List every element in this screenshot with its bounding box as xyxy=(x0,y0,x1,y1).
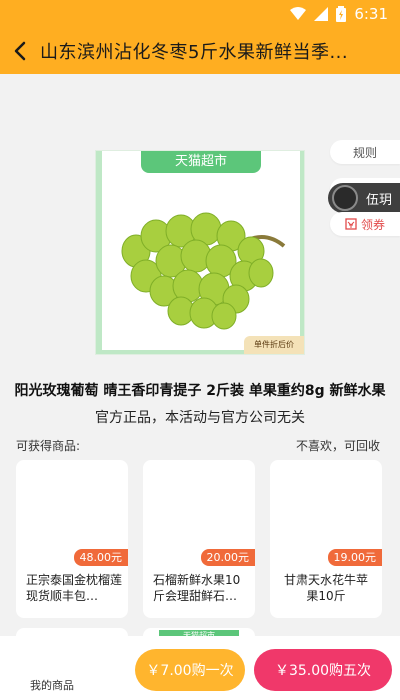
product-image[interactable]: 天猫超市 单件折后价 xyxy=(95,150,305,355)
page-title: 山东滨州沾化冬枣5斤水果新鲜当季... xyxy=(40,42,349,63)
goods-name: 正宗泰国金枕榴莲现货顺丰包… xyxy=(26,573,123,603)
goods-price: 19.00元 xyxy=(327,549,382,566)
goods-name: 甘肃天水花牛苹果10斤 xyxy=(283,573,368,603)
obtainable-goods-label: 可获得商品: xyxy=(16,439,81,453)
floating-user-name: 伍玥 xyxy=(366,192,393,208)
price-tag-label: 单件折后价 xyxy=(244,336,304,354)
grape-bunch-image xyxy=(121,212,286,330)
rules-button[interactable]: 规则 xyxy=(330,140,400,164)
coupon-button[interactable]: 领券 xyxy=(330,212,400,236)
wifi-icon xyxy=(290,7,307,21)
goods-price: 20.00元 xyxy=(200,549,255,566)
goods-price: 48.00元 xyxy=(73,549,128,566)
app-header: 山东滨州沾化冬枣5斤水果新鲜当季... xyxy=(0,28,400,74)
signal-icon xyxy=(314,7,329,21)
back-button[interactable] xyxy=(0,28,40,74)
floating-user-ball[interactable]: 伍玥 xyxy=(328,183,400,213)
coupon-label: 领券 xyxy=(360,217,385,232)
product-subtitle: 官方正品，本活动与官方公司无关 xyxy=(95,410,305,426)
coupon-icon xyxy=(345,218,357,230)
goods-name: 石榴新鲜水果10斤会理甜鲜石… xyxy=(153,573,241,603)
goods-card[interactable]: 20.00元 石榴新鲜水果10斤会理甜鲜石… xyxy=(143,460,255,618)
goods-card[interactable]: 19.00元 甘肃天水花牛苹果10斤 xyxy=(270,460,382,618)
chevron-left-icon xyxy=(14,41,26,61)
rules-label: 规则 xyxy=(352,145,377,160)
status-time: 6:31 xyxy=(354,5,388,23)
buy-once-button[interactable]: ￥7.00购一次 xyxy=(135,649,245,691)
bottom-bar: 我的商品 ￥7.00购一次 ￥35.00购五次 xyxy=(0,636,400,700)
product-title: 阳光玫瑰葡萄 晴王香印青提子 2斤装 单果重约8g 新鲜水果 xyxy=(14,383,386,399)
status-bar: 6:31 xyxy=(0,0,400,28)
buy-five-button[interactable]: ￥35.00购五次 xyxy=(254,649,392,691)
battery-icon xyxy=(336,6,347,22)
goods-card[interactable]: 48.00元 正宗泰国金枕榴莲现货顺丰包… xyxy=(16,460,128,618)
my-goods-button[interactable]: 我的商品 xyxy=(30,677,74,693)
avatar xyxy=(332,185,358,211)
recycle-hint-label: 不喜欢，可回收 xyxy=(295,439,380,453)
